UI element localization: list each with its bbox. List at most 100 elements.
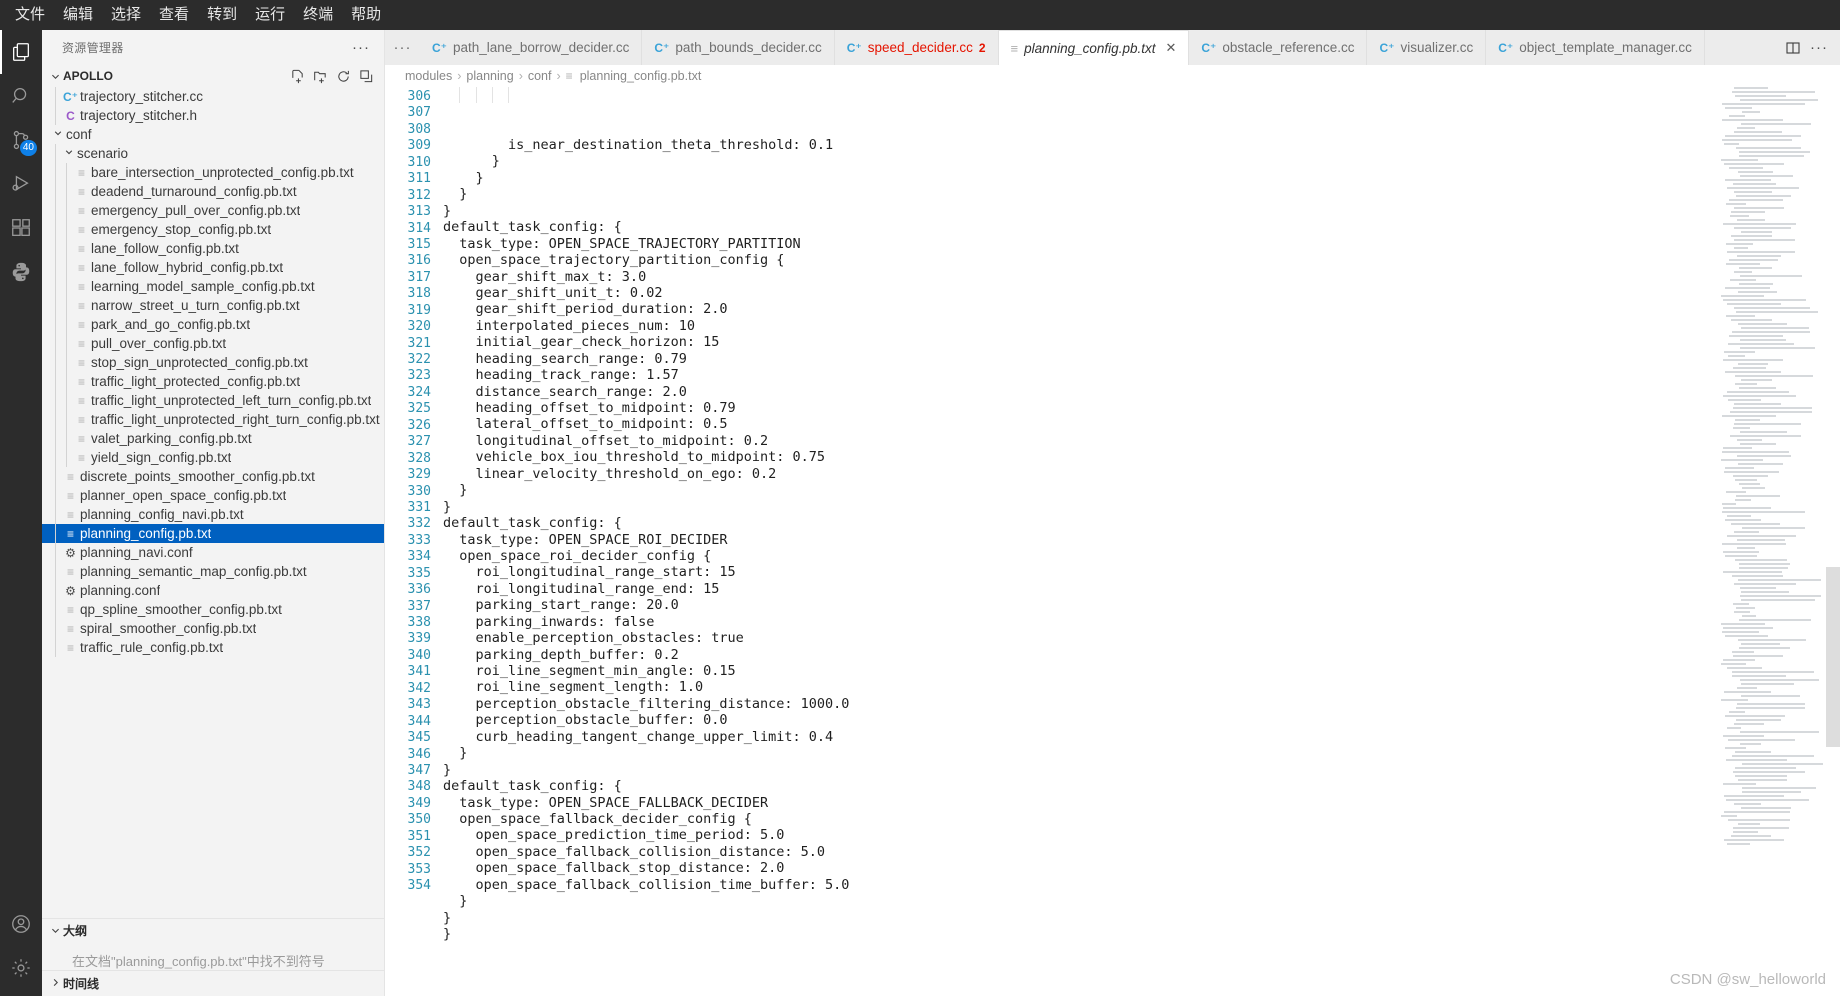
editor-group: ··· C⁺ path_lane_borrow_decider.cc C⁺ path_… xyxy=(385,30,1840,996)
minimap-line xyxy=(1721,175,1826,178)
scrollbar-thumb[interactable] xyxy=(1826,567,1840,747)
close-icon[interactable]: ✕ xyxy=(1165,40,1176,56)
menu-item-run[interactable]: 运行 xyxy=(246,3,294,27)
outline-section-header[interactable]: 大纲 xyxy=(42,919,384,941)
editor-tab[interactable]: C⁺ path_lane_borrow_decider.cc xyxy=(420,30,643,65)
minimap-line xyxy=(1721,115,1826,118)
timeline-section-header[interactable]: 时间线 xyxy=(42,970,384,996)
activity-item-source-control[interactable]: 40 xyxy=(0,118,42,162)
tree-file[interactable]: ≡ pull_over_config.pb.txt xyxy=(42,334,384,353)
line-number: 341 xyxy=(407,664,431,680)
tree-file[interactable]: ≡ planning_config_navi.pb.txt xyxy=(42,505,384,524)
tree-file[interactable]: ≡ learning_model_sample_config.pb.txt xyxy=(42,277,384,296)
menu-item-view[interactable]: 查看 xyxy=(150,3,198,27)
tree-file[interactable]: ≡ lane_follow_config.pb.txt xyxy=(42,239,384,258)
more-actions-icon[interactable]: ··· xyxy=(1808,37,1830,59)
breadcrumb-item-modules[interactable]: modules xyxy=(405,69,452,83)
minimap-line xyxy=(1721,647,1826,650)
tree-file[interactable]: ≡ planning_config.pb.txt xyxy=(42,524,384,543)
new-folder-icon[interactable] xyxy=(310,66,330,86)
minimap-line xyxy=(1721,335,1826,338)
tree-file[interactable]: Ctrajectory_stitcher.h xyxy=(42,106,384,125)
minimap[interactable] xyxy=(1721,87,1826,996)
sidebar-more-actions-icon[interactable]: ··· xyxy=(346,39,376,56)
activity-item-search[interactable] xyxy=(0,74,42,118)
editor-tab[interactable]: C⁺ path_bounds_decider.cc xyxy=(642,30,835,65)
activity-item-python[interactable] xyxy=(0,250,42,294)
tab-label: path_lane_borrow_decider.cc xyxy=(453,40,630,55)
minimap-line xyxy=(1721,631,1826,634)
breadcrumb-item-file[interactable]: planning_config.pb.txt xyxy=(580,69,702,83)
minimap-line xyxy=(1721,491,1826,494)
outline-pane: 大纲 在文档"planning_config.pb.txt"中找不到符号 xyxy=(42,918,384,970)
tree-file[interactable]: ≡ planning_semantic_map_config.pb.txt xyxy=(42,562,384,581)
minimap-line xyxy=(1721,635,1826,638)
minimap-line xyxy=(1721,303,1826,306)
editor-tab[interactable]: C⁺ visualizer.cc xyxy=(1367,30,1487,65)
explorer-section-header[interactable]: APOLLO xyxy=(42,65,384,87)
tree-file[interactable]: ≡ lane_follow_hybrid_config.pb.txt xyxy=(42,258,384,277)
tree-file[interactable]: ≡ discrete_points_smoother_config.pb.txt xyxy=(42,467,384,486)
chevron-down-icon xyxy=(47,71,63,82)
activity-item-explorer[interactable] xyxy=(0,30,42,74)
tree-item-label: emergency_pull_over_config.pb.txt xyxy=(91,203,301,218)
code-content[interactable]: is_near_destination_theta_threshold: 0.1… xyxy=(443,87,1840,996)
editor-tab[interactable]: ≡ planning_config.pb.txt ✕ xyxy=(998,30,1190,65)
refresh-icon[interactable] xyxy=(333,66,353,86)
tree-file[interactable]: ≡ traffic_light_unprotected_right_turn_co… xyxy=(42,410,384,429)
split-editor-icon[interactable] xyxy=(1782,37,1804,59)
tree-file[interactable]: ≡ yield_sign_config.pb.txt xyxy=(42,448,384,467)
code-editor[interactable]: 306 307 308 309 310 311 312 313 314 315 316 317 318 3… xyxy=(385,87,1840,996)
tree-file[interactable]: ≡ narrow_street_u_turn_config.pb.txt xyxy=(42,296,384,315)
tree-file[interactable]: ≡ qp_spline_smoother_config.pb.txt xyxy=(42,600,384,619)
activity-item-run-and-debug[interactable] xyxy=(0,162,42,206)
tree-file[interactable]: ⚙ planning.conf xyxy=(42,581,384,600)
tree-file[interactable]: ≡ emergency_stop_config.pb.txt xyxy=(42,220,384,239)
tree-file[interactable]: ≡ traffic_rule_config.pb.txt xyxy=(42,638,384,657)
tree-file[interactable]: ≡ bare_intersection_unprotected_config.pb… xyxy=(42,163,384,182)
tree-folder[interactable]: conf xyxy=(42,125,384,144)
menu-item-terminal[interactable]: 终端 xyxy=(294,3,342,27)
menu-item-help[interactable]: 帮助 xyxy=(342,3,390,27)
editor-tab[interactable]: C⁺ obstacle_reference.cc xyxy=(1189,30,1368,65)
editor-scrollbar[interactable] xyxy=(1826,87,1840,996)
minimap-line xyxy=(1721,839,1826,842)
minimap-line xyxy=(1721,791,1826,794)
breadcrumb-item-conf[interactable]: conf xyxy=(528,69,552,83)
editor-tab[interactable]: C⁺ speed_decider.cc 2 xyxy=(834,30,999,65)
tree-folder[interactable]: scenario xyxy=(42,144,384,163)
line-number: 308 xyxy=(407,121,431,137)
activity-item-settings[interactable] xyxy=(0,946,42,990)
tree-file[interactable]: ≡ emergency_pull_over_config.pb.txt xyxy=(42,201,384,220)
breadcrumb-item-planning[interactable]: planning xyxy=(466,69,513,83)
menu-item-edit[interactable]: 编辑 xyxy=(54,3,102,27)
code-line: default_task_config: { xyxy=(443,515,622,532)
code-line: lateral_offset_to_midpoint: 0.5 xyxy=(443,416,728,433)
tree-file[interactable]: ≡ valet_parking_config.pb.txt xyxy=(42,429,384,448)
menu-item-go[interactable]: 转到 xyxy=(198,3,246,27)
new-file-icon[interactable] xyxy=(287,66,307,86)
code-line: open_space_fallback_stop_distance: 2.0 xyxy=(443,860,785,877)
tree-file[interactable]: ≡ deadend_turnaround_config.pb.txt xyxy=(42,182,384,201)
explorer-root-label: APOLLO xyxy=(63,69,113,83)
tabs-overflow-icon[interactable]: ··· xyxy=(385,30,420,65)
tree-item-label: conf xyxy=(66,127,92,142)
line-number: 324 xyxy=(407,384,431,400)
code-line: linear_velocity_threshold_on_ego: 0.2 xyxy=(443,465,777,482)
menu-item-file[interactable]: 文件 xyxy=(6,3,54,27)
tree-file[interactable]: ≡ planner_open_space_config.pb.txt xyxy=(42,486,384,505)
tree-file[interactable]: ≡ spiral_smoother_config.pb.txt xyxy=(42,619,384,638)
editor-tab[interactable]: C⁺ object_template_manager.cc xyxy=(1486,30,1705,65)
tree-file[interactable]: ≡ stop_sign_unprotected_config.pb.txt xyxy=(42,353,384,372)
tree-file[interactable]: ≡ traffic_light_unprotected_left_turn_con… xyxy=(42,391,384,410)
tree-file[interactable]: ⚙ planning_navi.conf xyxy=(42,543,384,562)
activity-item-accounts[interactable] xyxy=(0,902,42,946)
file-tree[interactable]: C⁺ trajectory_stitcher.cc Ctrajectory_stit… xyxy=(42,87,384,918)
collapse-all-icon[interactable] xyxy=(356,66,376,86)
tree-file[interactable]: C⁺ trajectory_stitcher.cc xyxy=(42,87,384,106)
tree-item-label: pull_over_config.pb.txt xyxy=(91,336,227,351)
menu-item-selection[interactable]: 选择 xyxy=(102,3,150,27)
tree-file[interactable]: ≡ traffic_light_protected_config.pb.txt xyxy=(42,372,384,391)
activity-item-extensions[interactable] xyxy=(0,206,42,250)
tree-file[interactable]: ≡ park_and_go_config.pb.txt xyxy=(42,315,384,334)
